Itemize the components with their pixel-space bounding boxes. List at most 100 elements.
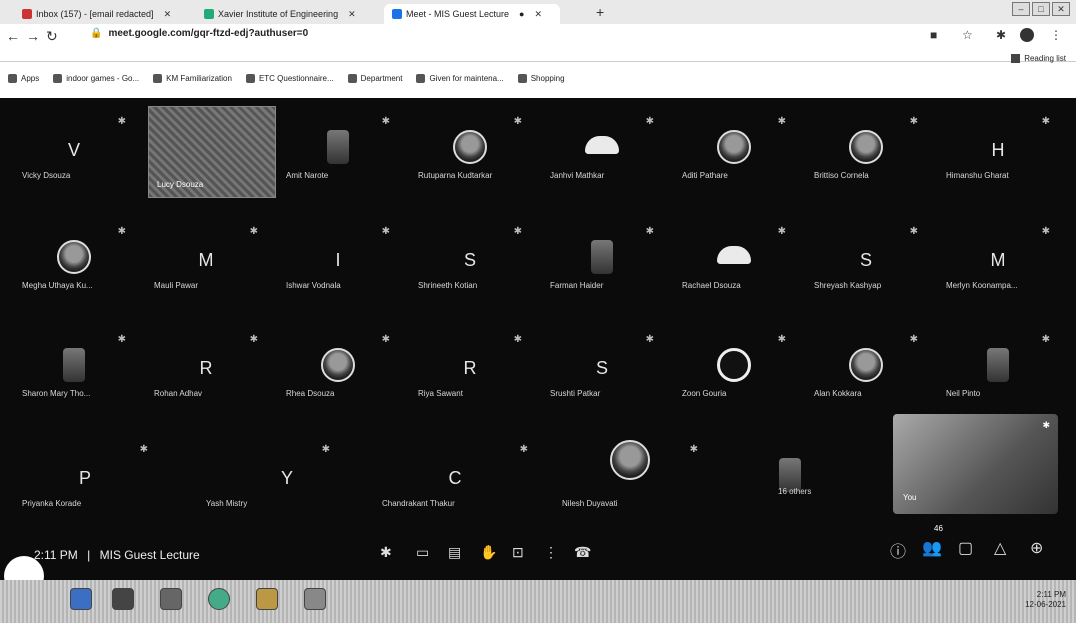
window-close-button[interactable]: ✕	[1052, 2, 1070, 16]
participant-tile[interactable]: ✱ I Ishwar Vodnala	[274, 212, 402, 312]
participant-tile[interactable]: ✱ S Shrineeth Kotian	[406, 212, 534, 312]
close-icon[interactable]: ✕	[348, 9, 356, 20]
participant-tile[interactable]: ✱ Neil Pinto	[934, 320, 1062, 420]
avatar	[57, 240, 91, 274]
info-icon[interactable]: ⓘ	[890, 538, 906, 562]
meet-control-bar: 2:11 PM | MIS Guest Lecture ✱ ▭ ▤ ✋ ⊡ ⋮ …	[0, 524, 1076, 578]
menu-icon[interactable]: ⋮	[1050, 28, 1062, 42]
form-icon	[245, 73, 255, 83]
chrome-icon[interactable]	[208, 588, 230, 610]
new-tab-button[interactable]: +	[596, 4, 604, 20]
notes-icon[interactable]	[304, 588, 326, 610]
mic-off-icon: ✱	[909, 226, 918, 237]
participant-tile[interactable]: ✱ M Mauli Pawar	[142, 212, 270, 312]
close-icon[interactable]: ✕	[164, 9, 172, 20]
reload-button[interactable]: ↻	[46, 28, 58, 45]
mic-off-icon: ✱	[645, 334, 654, 345]
captions-button[interactable]: ▤	[448, 544, 461, 561]
google-icon	[53, 73, 63, 83]
bookmark-department[interactable]: Department	[347, 73, 402, 83]
bookmark-apps[interactable]: Apps	[8, 73, 39, 83]
browser-tab-bar: Inbox (157) - [email redacted] ✕ Xavier …	[0, 0, 1076, 24]
mic-off-icon: ✱	[513, 334, 522, 345]
address-bar-area: ← → ↻ 🔒 meet.google.com/gqr-ftzd-edj?auth…	[0, 24, 1076, 62]
folder-icon[interactable]	[256, 588, 278, 610]
camera-toggle-button[interactable]: ▭	[416, 544, 429, 561]
url-field[interactable]: 🔒 meet.google.com/gqr-ftzd-edj?authuser=0	[90, 28, 308, 39]
mic-off-icon: ✱	[519, 444, 528, 455]
participant-tile[interactable]: ✱ Janhvi Mathkar	[538, 102, 666, 202]
chat-button[interactable]: ▢	[958, 538, 973, 558]
tab-meet[interactable]: Meet - MIS Guest Lecture ● ✕	[384, 4, 560, 24]
avatar	[591, 240, 613, 274]
close-icon[interactable]: ✕	[534, 9, 542, 20]
meet-video-grid: ✱ V Vicky Dsouza Lucy Dsouza ✱ Amit Naro…	[0, 98, 1076, 580]
leave-call-button[interactable]: ☎	[574, 544, 591, 561]
window-controls: – □ ✕	[1012, 2, 1070, 16]
avatar	[453, 130, 487, 164]
participant-tile[interactable]: ✱ Amit Narote	[274, 102, 402, 202]
lock-icon: 🔒	[90, 28, 103, 39]
avatar	[717, 130, 751, 164]
self-video-tile[interactable]: ✱ You	[893, 414, 1058, 514]
participant-tile[interactable]: ✱ Rutuparna Kudtarkar	[406, 102, 534, 202]
participant-tile[interactable]: ✱ R Rohan Adhav	[142, 320, 270, 420]
participant-tile[interactable]: ✱ Zoon Gouria	[670, 320, 798, 420]
mic-off-icon: ✱	[777, 334, 786, 345]
star-icon[interactable]: ☆	[962, 28, 973, 42]
maximize-button[interactable]: □	[1032, 2, 1050, 16]
people-button[interactable]: 46 👥	[922, 524, 943, 558]
more-options-button[interactable]: ⋮	[544, 544, 558, 561]
participant-tile[interactable]: ✱ Sharon Mary Tho...	[10, 320, 138, 420]
bookmark-given-for-maintenance[interactable]: Given for maintena...	[416, 73, 504, 83]
mic-off-icon: ✱	[117, 116, 126, 127]
back-button[interactable]: ←	[6, 28, 20, 44]
mic-off-icon: ✱	[777, 116, 786, 127]
participant-tile[interactable]: ✱ V Vicky Dsouza	[10, 102, 138, 202]
ie-icon[interactable]	[70, 588, 92, 610]
activities-button[interactable]: △	[994, 538, 1006, 558]
participant-tile[interactable]: ✱ Nilesh Duyavati	[550, 430, 710, 530]
participant-tile[interactable]: ✱ Aditi Pathare	[670, 102, 798, 202]
present-button[interactable]: ⊡	[512, 544, 524, 561]
participant-tile[interactable]: ✱ Y Yash Mistry	[172, 430, 342, 530]
app-icon[interactable]	[160, 588, 182, 610]
participant-tile[interactable]: ✱ H Himanshu Gharat	[934, 102, 1062, 202]
participant-tile[interactable]: ✱ Brittiso Cornela	[802, 102, 930, 202]
globe-icon	[416, 73, 426, 83]
participant-tile[interactable]: ✱ S Shreyash Kashyap	[802, 212, 930, 312]
bookmark-indoor-games[interactable]: indoor games - Go...	[53, 73, 139, 83]
host-controls-button[interactable]: ⊕	[1030, 538, 1043, 558]
forward-button[interactable]: →	[26, 28, 40, 44]
participant-tile[interactable]: ✱ C Chandrakant Thakur	[370, 430, 540, 530]
participant-tile[interactable]: ✱ Rhea Dsouza	[274, 320, 402, 420]
raise-hand-button[interactable]: ✋	[480, 544, 497, 561]
extensions-icon[interactable]: ✱	[996, 28, 1006, 42]
profile-avatar[interactable]	[1020, 28, 1034, 42]
gmail-icon	[22, 9, 32, 19]
tab-college[interactable]: Xavier Institute of Engineering ✕	[196, 4, 366, 24]
avatar	[321, 348, 355, 382]
bookmark-etc-questionnaire[interactable]: ETC Questionnaire...	[245, 73, 334, 83]
tab-inbox[interactable]: Inbox (157) - [email redacted] ✕	[14, 4, 194, 24]
participant-tile[interactable]: ✱ Megha Uthaya Ku...	[10, 212, 138, 312]
participant-tile[interactable]: ✱ M Merlyn Koonampa...	[934, 212, 1062, 312]
participant-tile[interactable]: ✱ Rachael Dsouza	[670, 212, 798, 312]
mic-toggle-button[interactable]: ✱	[380, 544, 392, 561]
taskbar: 2:11 PM 12-06-2021	[0, 580, 1076, 623]
participant-tile[interactable]: ✱ Alan Kokkara	[802, 320, 930, 420]
participant-video-tile[interactable]: Lucy Dsouza	[148, 106, 276, 198]
participant-tile[interactable]: ✱ P Priyanka Korade	[10, 430, 160, 530]
camera-indicator-icon[interactable]: ■	[930, 28, 937, 42]
apps-icon	[8, 73, 17, 83]
others-tile[interactable]: 16 others	[720, 430, 880, 530]
reading-list-button[interactable]: Reading list	[1011, 54, 1066, 63]
media-player-icon[interactable]	[112, 588, 134, 610]
bookmark-km-familiarization[interactable]: KM Familiarization	[153, 73, 232, 83]
bookmark-shopping[interactable]: Shopping	[517, 73, 565, 83]
participant-tile[interactable]: ✱ S Srushti Patkar	[538, 320, 666, 420]
minimize-button[interactable]: –	[1012, 2, 1030, 16]
participant-tile[interactable]: ✱ Farman Haider	[538, 212, 666, 312]
participant-tile[interactable]: ✱ R Riya Sawant	[406, 320, 534, 420]
taskbar-clock[interactable]: 2:11 PM 12-06-2021	[1025, 590, 1066, 610]
